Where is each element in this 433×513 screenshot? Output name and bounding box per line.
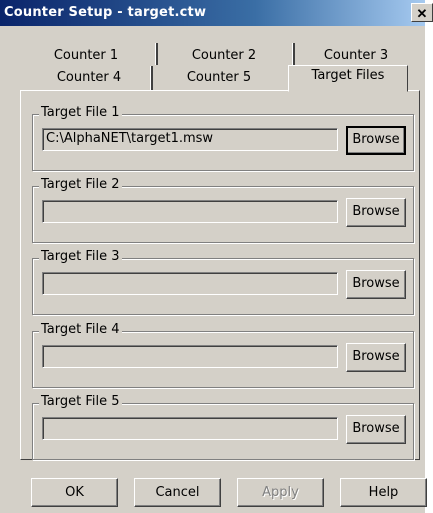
target-file-3-field[interactable] — [42, 272, 338, 295]
target-file-4-label: Target File 4 — [39, 322, 122, 337]
target-file-4-group: Target File 4 Browse — [32, 322, 414, 388]
target-file-1-label: Target File 1 — [39, 105, 122, 120]
tab-target-files-label: Target Files — [311, 68, 385, 83]
browse-button-2[interactable]: Browse — [346, 198, 406, 227]
tab-counter-3[interactable]: Counter 3 — [295, 45, 417, 67]
apply-button[interactable]: Apply — [237, 478, 324, 507]
tab-counter-4[interactable]: Counter 4 — [28, 67, 150, 89]
title-bar[interactable]: Counter Setup - target.ctw ✕ — [0, 0, 433, 26]
tab-target-files[interactable]: Target Files — [288, 65, 408, 92]
help-button[interactable]: Help — [340, 478, 427, 507]
close-button[interactable]: ✕ — [411, 3, 433, 22]
tab-counter-1[interactable]: Counter 1 — [26, 45, 146, 67]
browse-button-3[interactable]: Browse — [346, 270, 406, 299]
browse-button-4[interactable]: Browse — [346, 343, 406, 372]
browse-button-1[interactable]: Browse — [346, 126, 406, 155]
close-icon: ✕ — [416, 6, 428, 21]
window-title: Counter Setup - target.ctw — [4, 5, 207, 20]
target-file-5-group: Target File 5 Browse — [32, 394, 414, 460]
browse-button-5[interactable]: Browse — [346, 415, 406, 444]
target-file-1-field[interactable]: C:\AlphaNET\target1.msw — [42, 128, 338, 151]
target-file-2-group: Target File 2 Browse — [32, 177, 414, 243]
target-file-4-field[interactable] — [42, 345, 338, 368]
tab-counter-5[interactable]: Counter 5 — [153, 67, 285, 89]
target-file-2-field[interactable] — [42, 200, 338, 223]
target-file-1-group: Target File 1 C:\AlphaNET\target1.msw Br… — [32, 105, 414, 171]
target-file-3-label: Target File 3 — [39, 249, 122, 264]
target-file-2-label: Target File 2 — [39, 177, 122, 192]
ok-button[interactable]: OK — [31, 478, 118, 507]
tab-counter-2[interactable]: Counter 2 — [158, 45, 290, 67]
cancel-button[interactable]: Cancel — [134, 478, 221, 507]
target-file-5-field[interactable] — [42, 417, 338, 440]
target-file-5-label: Target File 5 — [39, 394, 122, 409]
target-file-3-group: Target File 3 Browse — [32, 249, 414, 315]
dialog-window: Counter Setup - target.ctw ✕ Counter 1 C… — [0, 0, 433, 513]
